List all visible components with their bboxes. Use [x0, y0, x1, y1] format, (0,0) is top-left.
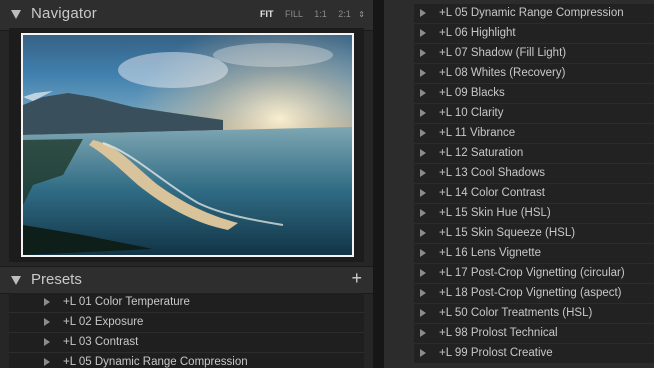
preset-folder-label: +L 07 Shadow (Fill Light) — [439, 47, 567, 59]
presets-title: Presets — [31, 271, 82, 288]
preset-folder-label: +L 06 Highlight — [439, 27, 516, 39]
preset-folder[interactable]: +L 13 Cool Shadows — [414, 164, 654, 184]
expand-arrow-icon[interactable] — [420, 49, 426, 57]
preset-folder-label: +L 09 Blacks — [439, 87, 505, 99]
expand-arrow-icon[interactable] — [420, 89, 426, 97]
preset-folder[interactable]: +L 17 Post-Crop Vignetting (circular) — [414, 264, 654, 284]
preset-folder[interactable]: +L 05 Dynamic Range Compression — [414, 4, 654, 24]
preset-folder[interactable]: +L 10 Clarity — [414, 104, 654, 124]
expand-arrow-icon[interactable] — [420, 189, 426, 197]
expand-arrow-icon[interactable] — [44, 318, 50, 326]
presets-header[interactable]: Presets + — [0, 266, 373, 294]
expand-arrow-icon[interactable] — [420, 289, 426, 297]
preset-folder[interactable]: +L 18 Post-Crop Vignetting (aspect) — [414, 284, 654, 304]
expand-arrow-icon[interactable] — [420, 229, 426, 237]
preset-folder-label: +L 50 Color Treatments (HSL) — [439, 307, 593, 319]
preset-folder[interactable]: +L 14 Color Contrast — [414, 184, 654, 204]
preset-folder-label: +L 18 Post-Crop Vignetting (aspect) — [439, 287, 622, 299]
expand-arrow-icon[interactable] — [420, 149, 426, 157]
expand-arrow-icon[interactable] — [420, 169, 426, 177]
zoom-1to1-button[interactable]: 1:1 — [314, 9, 327, 19]
preset-folder-label: +L 03 Contrast — [63, 336, 139, 348]
collapse-triangle-icon[interactable] — [11, 276, 21, 285]
expand-arrow-icon[interactable] — [420, 309, 426, 317]
zoom-2to1-button[interactable]: 2:1 — [338, 9, 351, 19]
expand-arrow-icon[interactable] — [420, 109, 426, 117]
expand-arrow-icon[interactable] — [44, 338, 50, 346]
preset-folder-label: +L 15 Skin Hue (HSL) — [439, 207, 551, 219]
preset-folder-label: +L 01 Color Temperature — [63, 296, 190, 308]
plus-icon[interactable]: + — [351, 268, 362, 289]
preset-folder-label: +L 98 Prolost Technical — [439, 327, 558, 339]
preset-folder[interactable]: +L 01 Color Temperature — [9, 293, 364, 313]
preset-folder-label: +L 05 Dynamic Range Compression — [439, 7, 624, 19]
preset-folder[interactable]: +L 15 Skin Squeeze (HSL) — [414, 224, 654, 244]
expand-arrow-icon[interactable] — [420, 29, 426, 37]
expand-arrow-icon[interactable] — [420, 349, 426, 357]
zoom-fit-button[interactable]: FIT — [260, 9, 274, 19]
presets-list-right: +L 05 Dynamic Range Compression +L 06 Hi… — [414, 4, 654, 364]
expand-arrow-icon[interactable] — [44, 298, 50, 306]
expand-arrow-icon[interactable] — [420, 209, 426, 217]
expand-arrow-icon[interactable] — [420, 249, 426, 257]
preset-folder-label: +L 15 Skin Squeeze (HSL) — [439, 227, 576, 239]
preset-folder[interactable]: +L 99 Prolost Creative — [414, 344, 654, 364]
expand-arrow-icon[interactable] — [420, 129, 426, 137]
preset-folder[interactable]: +L 12 Saturation — [414, 144, 654, 164]
preset-folder-label: +L 99 Prolost Creative — [439, 347, 553, 359]
preset-folder[interactable]: +L 16 Lens Vignette — [414, 244, 654, 264]
preset-folder-label: +L 05 Dynamic Range Compression — [63, 356, 248, 368]
preset-folder[interactable]: +L 05 Dynamic Range Compression — [9, 353, 364, 368]
expand-arrow-icon[interactable] — [420, 9, 426, 17]
panel-divider — [373, 0, 384, 368]
collapse-triangle-icon[interactable] — [11, 10, 21, 19]
preset-folder[interactable]: +L 08 Whites (Recovery) — [414, 64, 654, 84]
preset-folder[interactable]: +L 09 Blacks — [414, 84, 654, 104]
expand-arrow-icon[interactable] — [420, 269, 426, 277]
preset-folder-label: +L 02 Exposure — [63, 316, 144, 328]
preset-folder-label: +L 12 Saturation — [439, 147, 524, 159]
preset-folder[interactable]: +L 11 Vibrance — [414, 124, 654, 144]
preset-folder-label: +L 16 Lens Vignette — [439, 247, 541, 259]
preset-folder-label: +L 17 Post-Crop Vignetting (circular) — [439, 267, 625, 279]
preset-folder[interactable]: +L 50 Color Treatments (HSL) — [414, 304, 654, 324]
preset-folder-label: +L 10 Clarity — [439, 107, 504, 119]
left-panel: Navigator FIT FILL 1:1 2:1 ⇕ Presets + +… — [0, 0, 373, 368]
preset-folder-label: +L 08 Whites (Recovery) — [439, 67, 566, 79]
preset-folder[interactable]: +L 98 Prolost Technical — [414, 324, 654, 344]
preset-folder-label: +L 14 Color Contrast — [439, 187, 546, 199]
preset-folder-label: +L 13 Cool Shadows — [439, 167, 546, 179]
preset-folder-label: +L 11 Vibrance — [439, 127, 516, 139]
zoom-options: FIT FILL 1:1 2:1 ⇕ — [251, 9, 365, 19]
expand-arrow-icon[interactable] — [420, 329, 426, 337]
expand-arrow-icon[interactable] — [420, 69, 426, 77]
preset-folder[interactable]: +L 07 Shadow (Fill Light) — [414, 44, 654, 64]
navigator-preview-image[interactable] — [21, 33, 354, 257]
preset-folder[interactable]: +L 15 Skin Hue (HSL) — [414, 204, 654, 224]
up-down-arrows-icon[interactable]: ⇕ — [358, 10, 365, 19]
preset-folder[interactable]: +L 02 Exposure — [9, 313, 364, 333]
expand-arrow-icon[interactable] — [44, 358, 50, 366]
zoom-fill-button[interactable]: FILL — [285, 9, 303, 19]
preset-folder[interactable]: +L 03 Contrast — [9, 333, 364, 353]
preset-folder[interactable]: +L 06 Highlight — [414, 24, 654, 44]
navigator-header[interactable]: Navigator FIT FILL 1:1 2:1 ⇕ — [0, 0, 373, 31]
presets-list-left: +L 01 Color Temperature +L 02 Exposure +… — [9, 293, 364, 368]
navigator-title: Navigator — [31, 5, 97, 22]
